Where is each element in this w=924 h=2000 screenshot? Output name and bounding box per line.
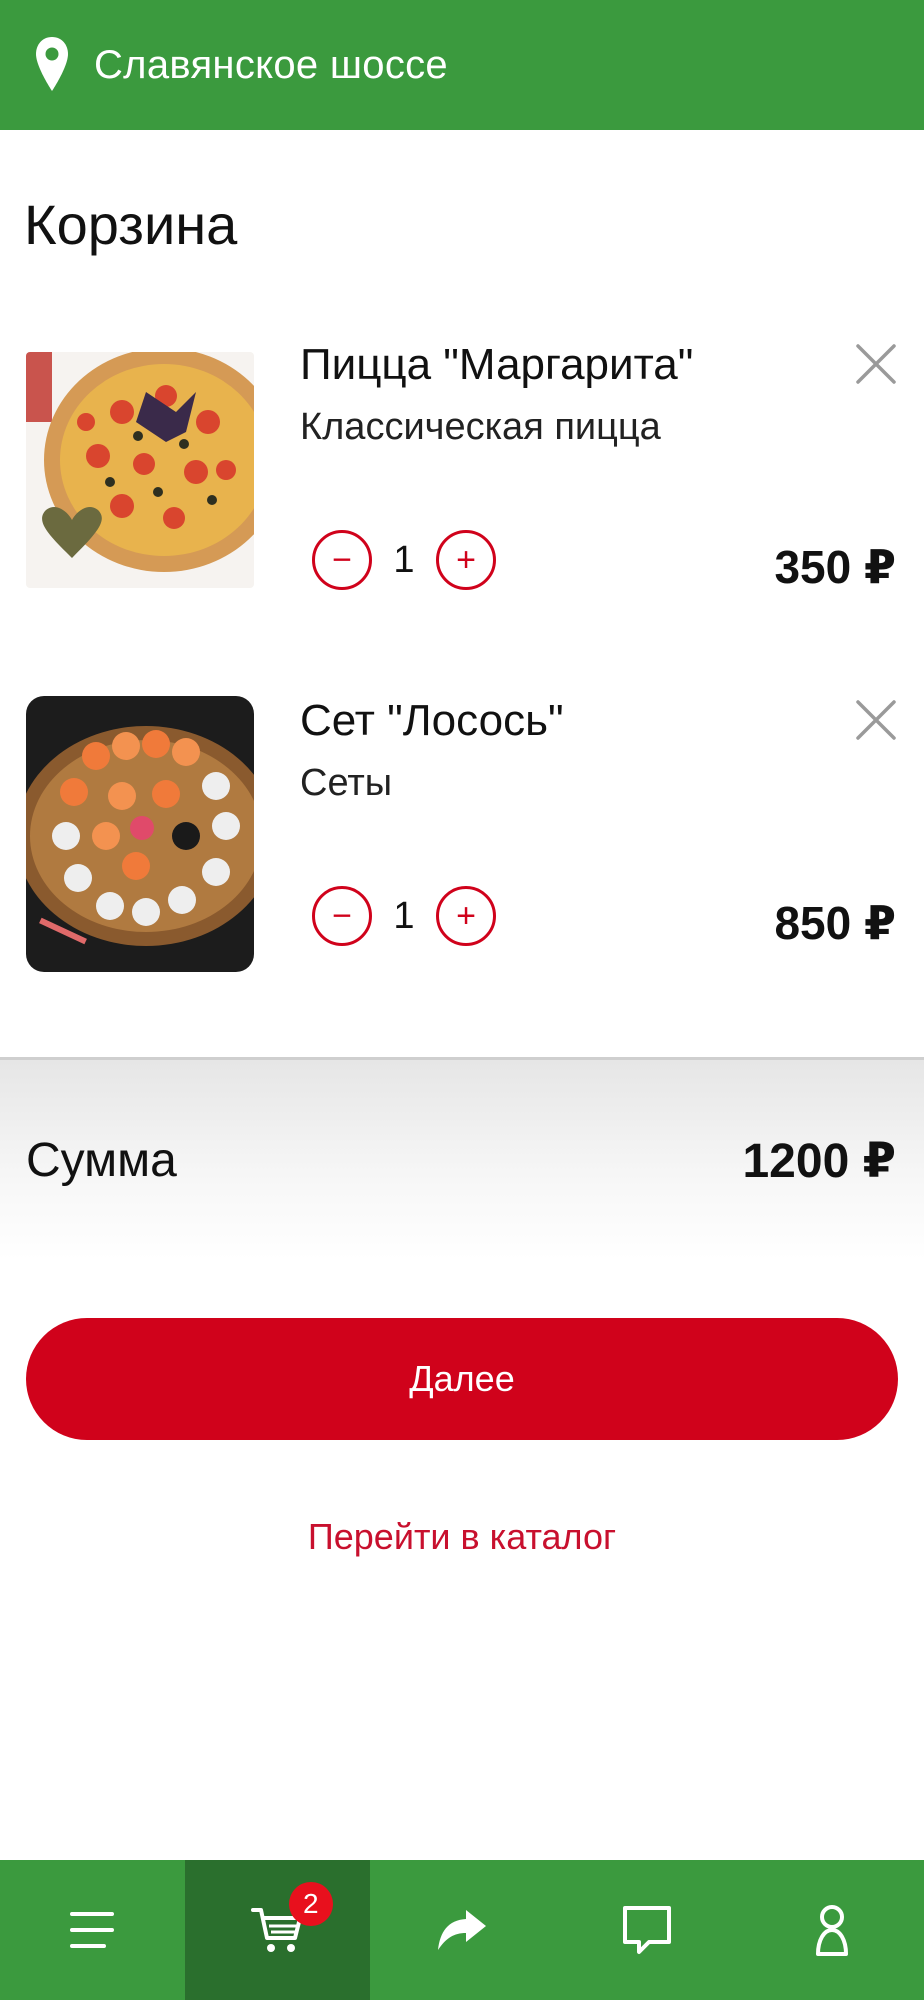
sushi-set-image [26, 696, 254, 972]
item-name: Сет "Лосось" [300, 696, 564, 745]
remove-item-icon[interactable] [852, 696, 900, 744]
quantity-stepper: − 1 + [312, 886, 496, 946]
cart-item: Сет "Лосось" Сеты − 1 + 850 ₽ [0, 696, 924, 986]
tab-chat[interactable] [554, 1860, 739, 2000]
decrease-button[interactable]: − [312, 886, 372, 946]
item-price: 850 ₽ [774, 897, 896, 949]
item-category: Классическая пицца [300, 406, 661, 448]
item-price: 350 ₽ [774, 541, 896, 593]
page-title: Корзина [24, 193, 238, 256]
increase-button[interactable]: + [436, 886, 496, 946]
location-bar[interactable]: Славянское шоссе [0, 0, 924, 130]
sum-label: Сумма [26, 1134, 177, 1187]
menu-icon [70, 1912, 115, 1948]
tab-profile[interactable] [739, 1860, 924, 2000]
remove-item-icon[interactable] [852, 340, 900, 388]
tab-cart[interactable]: 2 [184, 1860, 370, 2000]
sum-value: 1200 ₽ [742, 1135, 896, 1188]
tab-menu[interactable] [0, 1860, 185, 2000]
quantity-value: 1 [393, 538, 415, 581]
item-category: Сеты [300, 762, 393, 804]
chat-icon [622, 1906, 671, 1954]
next-button[interactable]: Далее [26, 1318, 898, 1440]
decrease-button[interactable]: − [312, 530, 372, 590]
address-label: Славянское шоссе [94, 42, 448, 87]
location-pin-icon [36, 37, 68, 91]
cart-item: Пицца "Маргарита" Классическая пицца − 1… [0, 340, 924, 630]
quantity-stepper: − 1 + [312, 530, 496, 590]
item-name: Пицца "Маргарита" [300, 340, 694, 389]
catalog-link[interactable]: Перейти в каталог [0, 1516, 924, 1558]
increase-button[interactable]: + [436, 530, 496, 590]
pizza-image [26, 352, 254, 588]
cart-count-badge: 2 [288, 1882, 333, 1926]
bottom-tab-bar: 2 [0, 1860, 924, 2000]
tab-share[interactable] [370, 1860, 555, 2000]
share-icon [437, 1910, 486, 1950]
quantity-value: 1 [393, 894, 415, 937]
profile-icon [815, 1905, 848, 1956]
